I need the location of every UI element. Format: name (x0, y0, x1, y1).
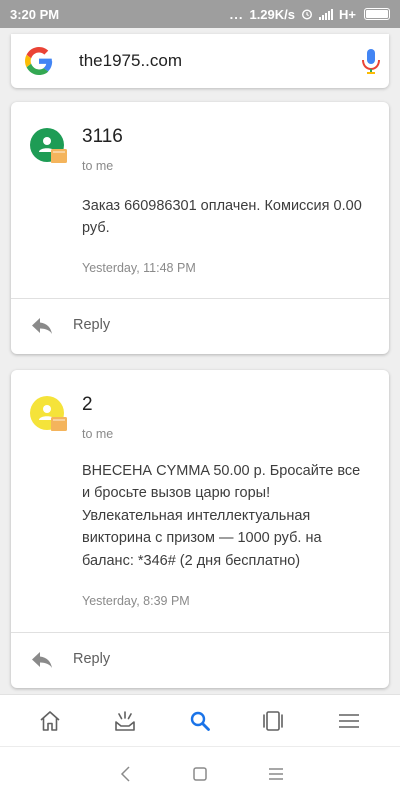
nav-home-button[interactable] (10, 695, 90, 747)
nav-search-button[interactable] (160, 695, 240, 747)
contact-avatar-icon (30, 128, 67, 163)
status-dots: ... (229, 6, 244, 22)
status-indicators: ... 1.29K/s H+ (230, 7, 390, 22)
recent-apps-icon[interactable] (267, 765, 285, 783)
nav-updates-button[interactable] (85, 695, 165, 747)
system-nav-bar (0, 746, 400, 800)
alarm-icon (302, 9, 313, 20)
message-card[interactable]: 3116 to me Заказ 660986301 оплачен. Коми… (11, 102, 389, 354)
search-input[interactable] (79, 50, 329, 72)
message-body: ВНЕСЕНА CYMMA 50.00 р. Бросайте все и бр… (82, 463, 361, 569)
microphone-icon[interactable] (360, 48, 382, 76)
bottom-nav-bar (0, 694, 400, 746)
message-timestamp: Yesterday, 11:48 PM (82, 261, 196, 275)
reply-icon (32, 652, 52, 668)
recipient-label: to me (82, 159, 114, 173)
home-icon (40, 711, 60, 731)
contact-avatar-icon (30, 396, 67, 431)
reply-button[interactable]: Reply (11, 633, 389, 687)
search-bar[interactable] (11, 34, 389, 88)
nav-recents-button[interactable] (233, 695, 313, 747)
sender-name: 2 (82, 394, 93, 415)
menu-icon (339, 714, 359, 728)
search-area (0, 28, 400, 92)
message-body: Заказ 660986301 оплачен. Комиссия 0.00 р… (82, 198, 362, 237)
status-time: 3:20 PM (10, 6, 60, 22)
network-type: H+ (339, 6, 356, 22)
message-timestamp: Yesterday, 8:39 PM (82, 594, 190, 608)
sender-name: 3116 (82, 126, 123, 147)
recipient-label: to me (82, 427, 114, 441)
reply-icon (32, 318, 52, 334)
home-square-icon[interactable] (191, 765, 209, 783)
network-speed: 1.29K/s (249, 6, 296, 22)
reply-label: Reply (73, 651, 111, 667)
signal-icon (319, 8, 334, 20)
battery-icon (364, 8, 390, 20)
status-bar: 3:20 PM ... 1.29K/s H+ (0, 0, 400, 28)
reply-label: Reply (73, 317, 111, 333)
updates-icon (115, 711, 135, 731)
search-icon (190, 711, 210, 731)
recents-icon (263, 711, 283, 731)
google-logo-icon[interactable] (25, 47, 53, 75)
back-icon[interactable] (117, 765, 135, 783)
message-card[interactable]: 2 to me ВНЕСЕНА CYMMA 50.00 р. Бросайте … (11, 370, 389, 688)
reply-button[interactable]: Reply (11, 299, 389, 353)
nav-menu-button[interactable] (309, 695, 389, 747)
